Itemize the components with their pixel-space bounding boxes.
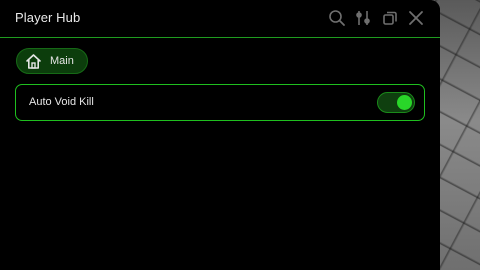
window-title: Player Hub [15,10,81,25]
tab-main[interactable]: Main [16,48,88,74]
player-hub-window: Player Hub Main Auto Void Kill [0,0,440,270]
titlebar[interactable]: Player Hub [0,0,440,36]
settings-sliders-icon[interactable] [354,9,372,27]
search-icon[interactable] [328,9,346,27]
minimize-restore-icon[interactable] [381,9,399,27]
close-icon[interactable] [407,9,425,27]
toggle-knob [397,95,412,110]
home-icon [26,54,41,69]
tab-main-label: Main [50,55,74,67]
setting-row-auto-void-kill[interactable]: Auto Void Kill [15,84,425,121]
auto-void-kill-toggle[interactable] [377,92,415,113]
setting-label: Auto Void Kill [29,96,94,108]
titlebar-divider [0,37,440,38]
